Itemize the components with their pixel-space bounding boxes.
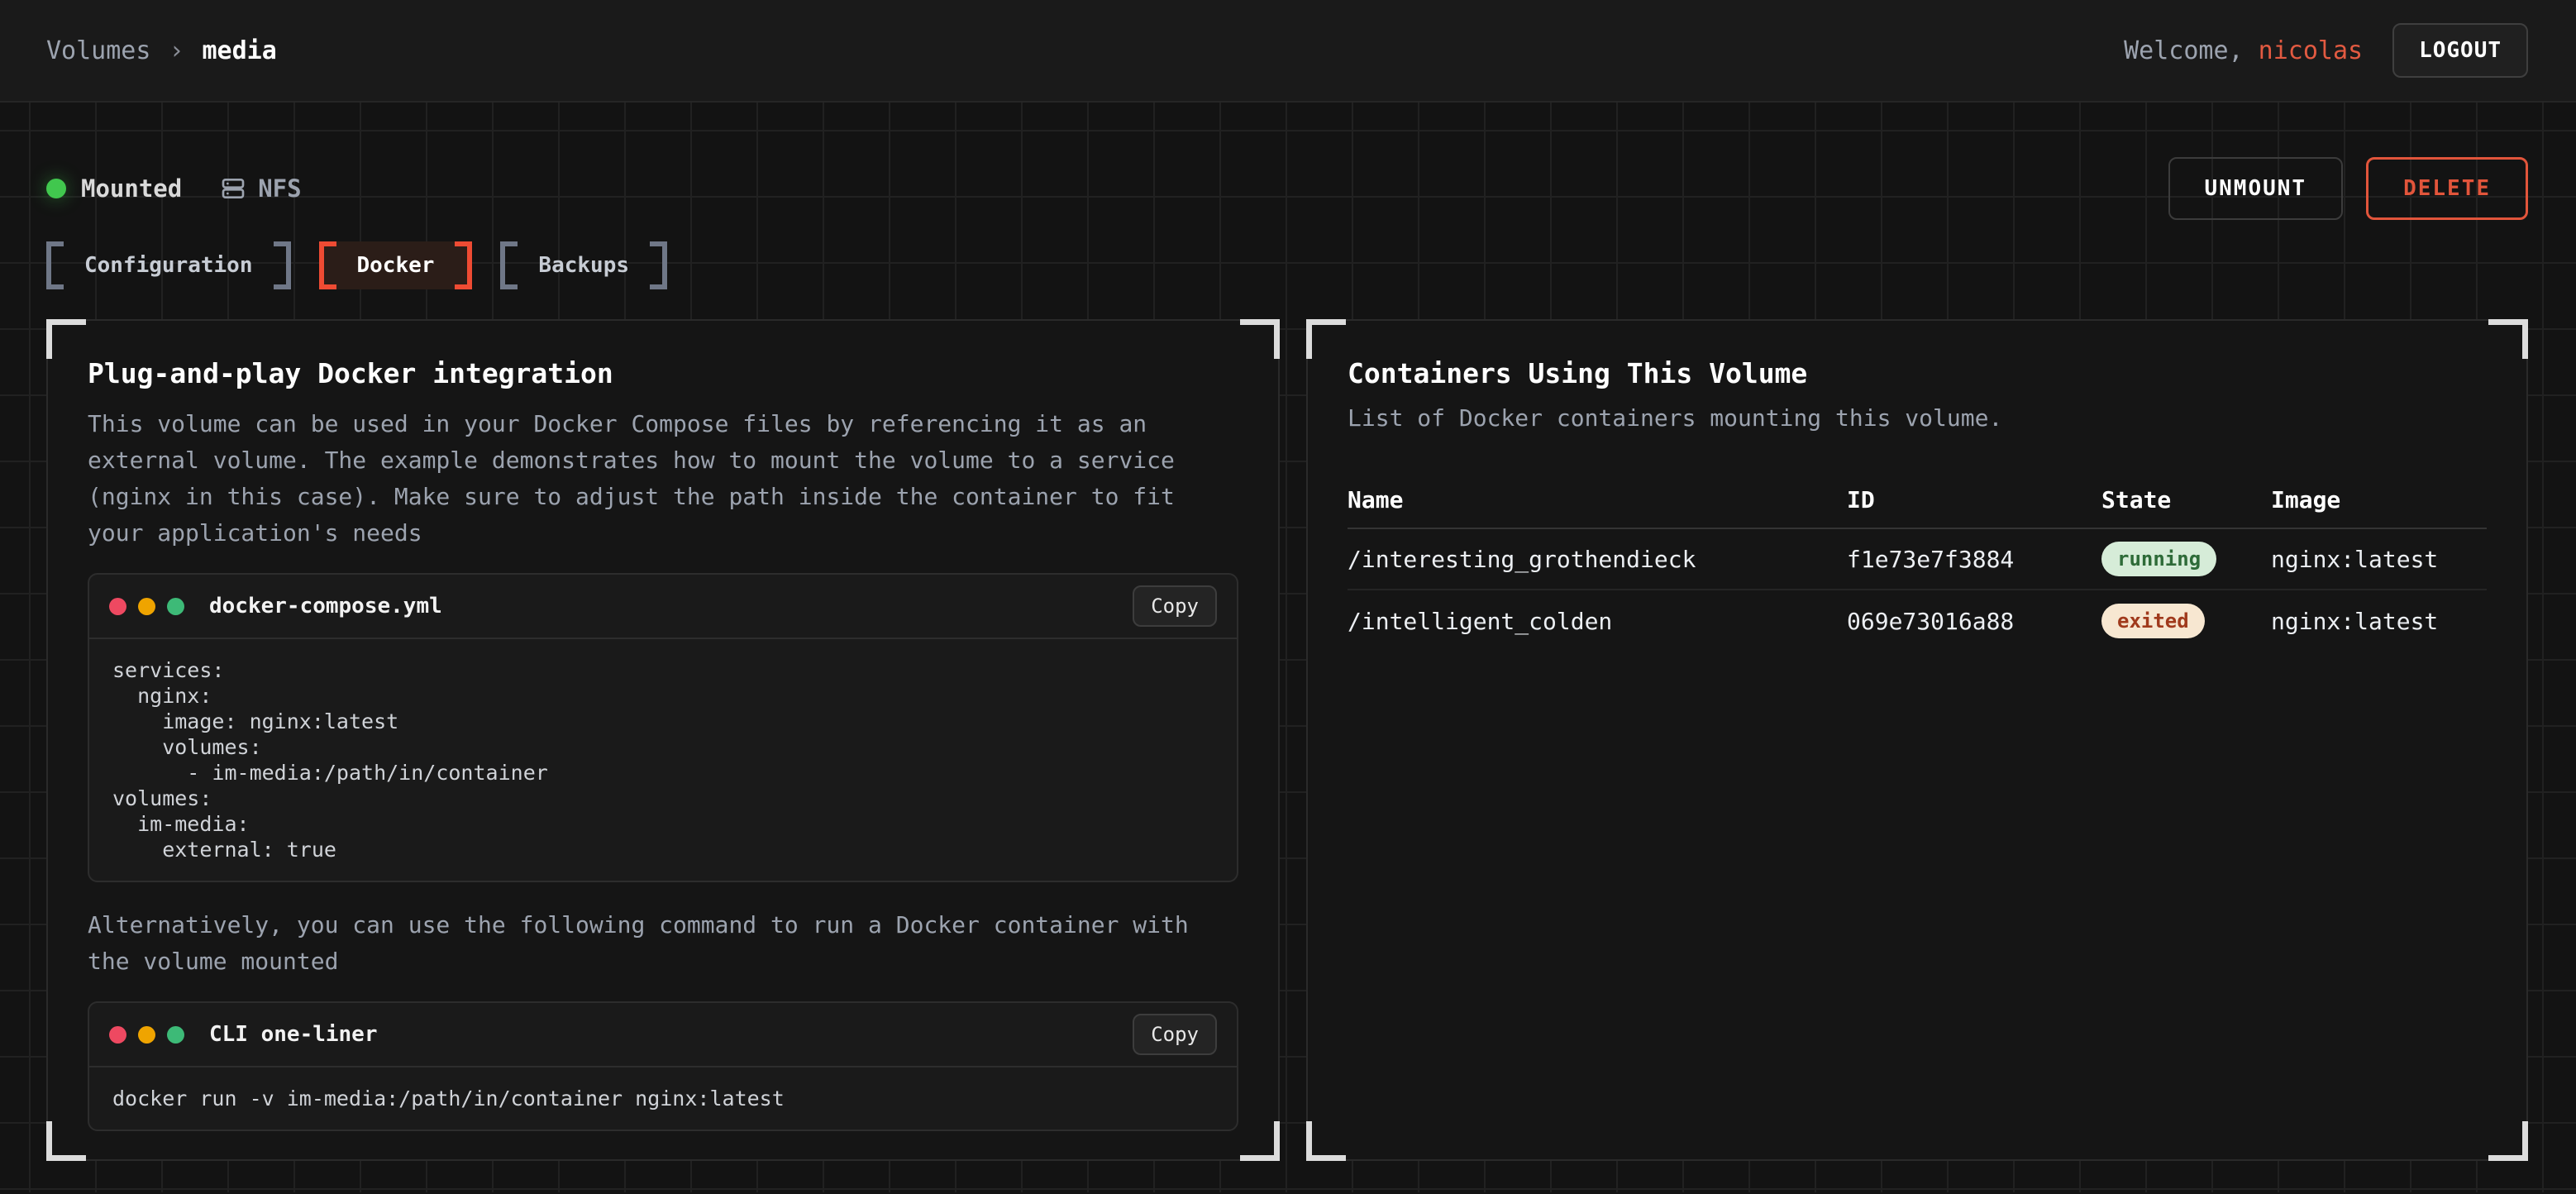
tab-bar: Configuration Docker Backups [46, 241, 2528, 289]
username: nicolas [2259, 36, 2363, 65]
docker-panel-title: Plug-and-play Docker integration [88, 357, 1238, 389]
tab-backups[interactable]: Backups [500, 241, 667, 289]
tab-configuration[interactable]: Configuration [46, 241, 291, 289]
welcome-message: Welcome, nicolas [2124, 36, 2363, 65]
containers-panel-title: Containers Using This Volume [1348, 357, 2487, 389]
column-header-id: ID [1847, 486, 2101, 513]
table-row: /interesting_grothendieck f1e73e7f3884 r… [1348, 529, 2487, 590]
corner-bracket-icon [46, 1121, 86, 1161]
cli-copy-button[interactable]: Copy [1133, 1014, 1217, 1055]
window-dot-green-icon [167, 1026, 184, 1044]
window-dots [109, 1026, 184, 1044]
window-dot-green-icon [167, 598, 184, 615]
cli-code-block: CLI one-liner Copy docker run -v im-medi… [88, 1001, 1238, 1131]
column-header-name: Name [1348, 486, 1847, 513]
volume-actions: UNMOUNT DELETE [2168, 157, 2529, 220]
container-state: running [2101, 542, 2271, 576]
breadcrumb-volumes-link[interactable]: Volumes [46, 36, 150, 65]
corner-bracket-icon [1240, 319, 1280, 359]
containers-panel: Containers Using This Volume List of Doc… [1306, 319, 2528, 1161]
top-bar: Volumes › media Welcome, nicolas LOGOUT [0, 0, 2576, 103]
container-name: /interesting_grothendieck [1348, 546, 1847, 573]
state-badge-running: running [2101, 542, 2216, 576]
code-line: image: nginx:latest [112, 709, 1214, 734]
containers-table: Name ID State Image /interesting_grothen… [1348, 471, 2487, 652]
breadcrumb: Volumes › media [46, 36, 277, 65]
column-header-state: State [2101, 486, 2271, 513]
breadcrumb-current-volume: media [203, 36, 277, 65]
corner-bracket-icon [1240, 1121, 1280, 1161]
header-right: Welcome, nicolas LOGOUT [2124, 23, 2528, 78]
docker-panel-description: This volume can be used in your Docker C… [88, 406, 1238, 552]
code-line: volumes: [112, 734, 1214, 760]
container-id: f1e73e7f3884 [1847, 546, 2101, 573]
code-line: services: [112, 657, 1214, 683]
cli-note: Alternatively, you can use the following… [88, 907, 1238, 980]
container-id: 069e73016a88 [1847, 608, 2101, 635]
mounted-status-label: Mounted [81, 174, 182, 203]
volume-status: Mounted NFS [46, 174, 302, 203]
docker-integration-panel: Plug-and-play Docker integration This vo… [46, 319, 1280, 1161]
column-header-image: Image [2271, 486, 2487, 513]
table-header-row: Name ID State Image [1348, 471, 2487, 529]
window-dot-red-icon [109, 1026, 126, 1044]
container-state: exited [2101, 604, 2271, 638]
corner-bracket-icon [2488, 1121, 2528, 1161]
server-icon [220, 175, 246, 202]
mounted-status-dot-icon [46, 179, 66, 198]
window-dot-yellow-icon [138, 598, 155, 615]
code-line: im-media: [112, 811, 1214, 837]
containers-panel-subtitle: List of Docker containers mounting this … [1348, 404, 2487, 432]
mount-state: Mounted [46, 174, 182, 203]
welcome-prefix: Welcome, [2124, 36, 2259, 65]
compose-code-block: docker-compose.yml Copy services: nginx:… [88, 573, 1238, 882]
delete-button[interactable]: DELETE [2366, 157, 2528, 220]
cli-code-header: CLI one-liner Copy [89, 1003, 1237, 1067]
chevron-right-icon: › [169, 36, 184, 65]
window-dot-red-icon [109, 598, 126, 615]
unmount-button[interactable]: UNMOUNT [2168, 157, 2344, 220]
code-line: volumes: [112, 786, 1214, 811]
state-badge-exited: exited [2101, 604, 2205, 638]
corner-bracket-icon [1306, 1121, 1346, 1161]
code-line: - im-media:/path/in/container [112, 760, 1214, 786]
tab-docker[interactable]: Docker [319, 241, 473, 289]
container-image: nginx:latest [2271, 608, 2487, 635]
compose-filename: docker-compose.yml [209, 594, 442, 618]
container-name: /intelligent_colden [1348, 608, 1847, 635]
compose-code-body: services: nginx: image: nginx:latest vol… [89, 639, 1237, 881]
window-dots [109, 598, 184, 615]
driver-label: NFS [258, 174, 301, 203]
status-action-row: Mounted NFS UNMOUNT DELETE [46, 103, 2528, 220]
code-line: external: true [112, 837, 1214, 862]
logout-button[interactable]: LOGOUT [2392, 23, 2528, 78]
compose-code-header: docker-compose.yml Copy [89, 575, 1237, 639]
corner-bracket-icon [46, 319, 86, 359]
corner-bracket-icon [1306, 319, 1346, 359]
window-dot-yellow-icon [138, 1026, 155, 1044]
cli-code-body: docker run -v im-media:/path/in/containe… [89, 1067, 1237, 1130]
volume-driver: NFS [220, 174, 301, 203]
corner-bracket-icon [2488, 319, 2528, 359]
cli-filename: CLI one-liner [209, 1022, 378, 1047]
code-line: nginx: [112, 683, 1214, 709]
container-image: nginx:latest [2271, 546, 2487, 573]
main-content: Mounted NFS UNMOUNT DELETE Configuration… [0, 103, 2576, 1192]
panels-row: Plug-and-play Docker integration This vo… [46, 319, 2528, 1161]
table-row: /intelligent_colden 069e73016a88 exited … [1348, 590, 2487, 652]
compose-copy-button[interactable]: Copy [1133, 585, 1217, 627]
code-line: docker run -v im-media:/path/in/containe… [112, 1086, 1214, 1111]
